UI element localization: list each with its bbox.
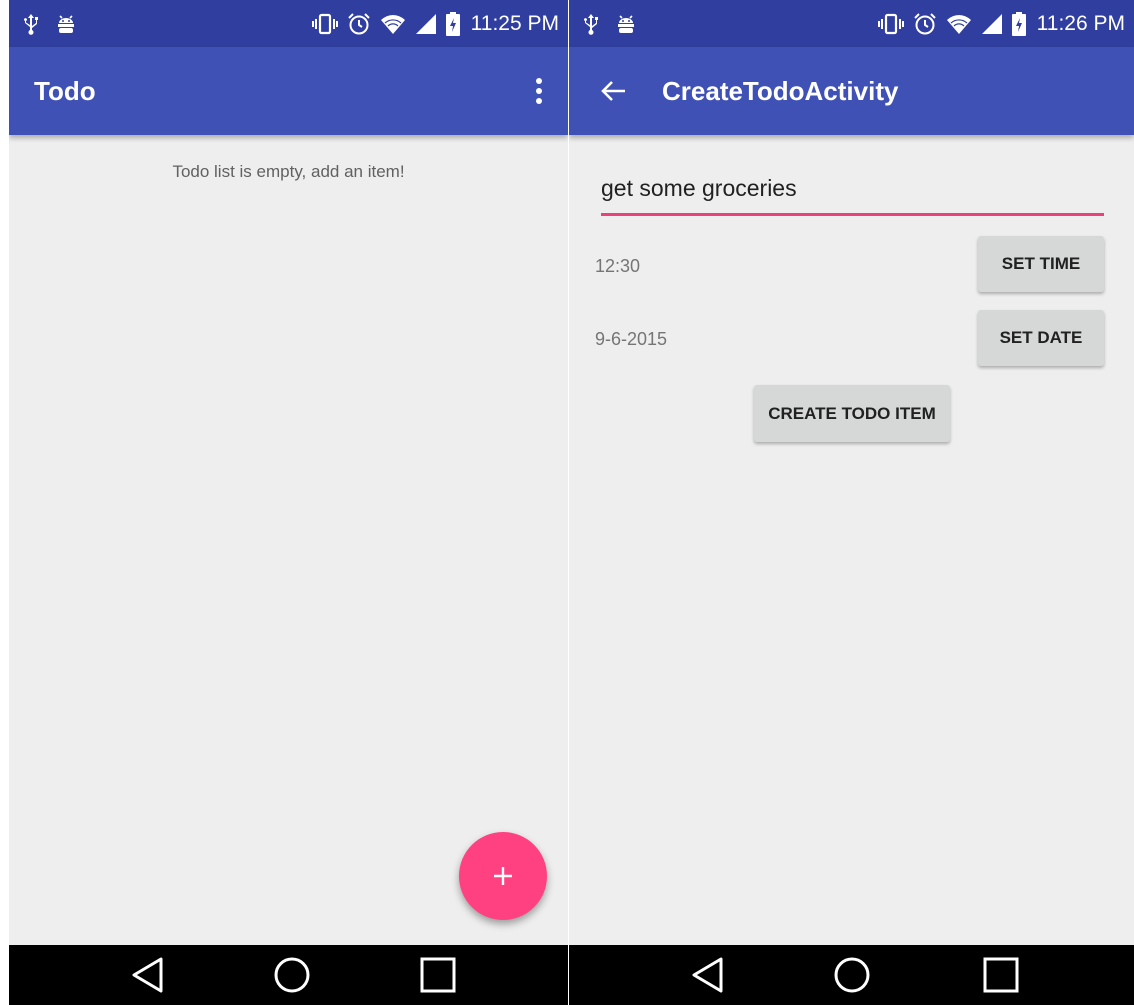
wifi-icon [946,13,972,35]
home-circle-icon [834,957,870,993]
date-value: 9-6-2015 [595,329,668,349]
battery-charging-icon [445,11,460,36]
status-right-icons: 11:25 PM [311,0,559,47]
create-todo-screen: 11:26 PM CreateTodoActivity 12:30 SET TI… [569,0,1134,1005]
set-date-button[interactable]: SET DATE [978,310,1104,366]
nav-home-button[interactable] [822,945,882,1005]
cell-signal-icon [415,13,437,35]
vibrate-icon [877,13,904,35]
empty-list-message: Todo list is empty, add an item! [172,162,405,181]
nav-home-button[interactable] [262,945,322,1005]
arrow-back-icon [601,81,625,101]
usb-icon [583,13,599,35]
overflow-menu-button[interactable] [524,69,554,113]
status-time: 11:25 PM [470,11,559,35]
android-debug-icon [55,13,77,35]
page-title: CreateTodoActivity [662,75,899,106]
back-triangle-icon [692,957,723,993]
android-debug-icon [615,13,637,35]
status-left-icons [23,0,77,47]
nav-back-button[interactable] [117,945,177,1005]
plus-icon [494,867,512,885]
app-bar: CreateTodoActivity [569,47,1134,135]
navigation-bar [9,945,568,1005]
app-bar: Todo [9,47,568,135]
page-title: Todo [34,75,96,106]
home-circle-icon [274,957,310,993]
nav-recents-button[interactable] [408,945,468,1005]
status-bar: 11:25 PM [9,0,568,47]
recents-square-icon [420,957,456,993]
back-button[interactable] [591,69,635,113]
todo-list-screen: 11:25 PM Todo Todo list is empty, add an… [9,0,568,1005]
add-todo-fab[interactable] [459,832,547,920]
cell-signal-icon [981,13,1003,35]
nav-recents-button[interactable] [971,945,1031,1005]
status-right-icons: 11:26 PM [877,0,1125,47]
more-vert-icon [536,78,542,104]
time-value: 12:30 [595,256,641,276]
status-bar: 11:26 PM [569,0,1134,47]
navigation-bar [569,945,1134,1005]
back-triangle-icon [132,957,163,993]
todo-text-input[interactable] [601,170,1104,216]
alarm-icon [913,12,937,36]
set-time-button[interactable]: SET TIME [978,236,1104,292]
alarm-icon [347,12,371,36]
vibrate-icon [311,13,338,35]
usb-icon [23,13,39,35]
create-todo-button[interactable]: CREATE TODO ITEM [754,385,950,442]
battery-charging-icon [1011,11,1026,36]
status-left-icons [583,0,637,47]
nav-back-button[interactable] [677,945,737,1005]
status-time: 11:26 PM [1036,11,1125,35]
wifi-icon [380,13,406,35]
recents-square-icon [983,957,1019,993]
